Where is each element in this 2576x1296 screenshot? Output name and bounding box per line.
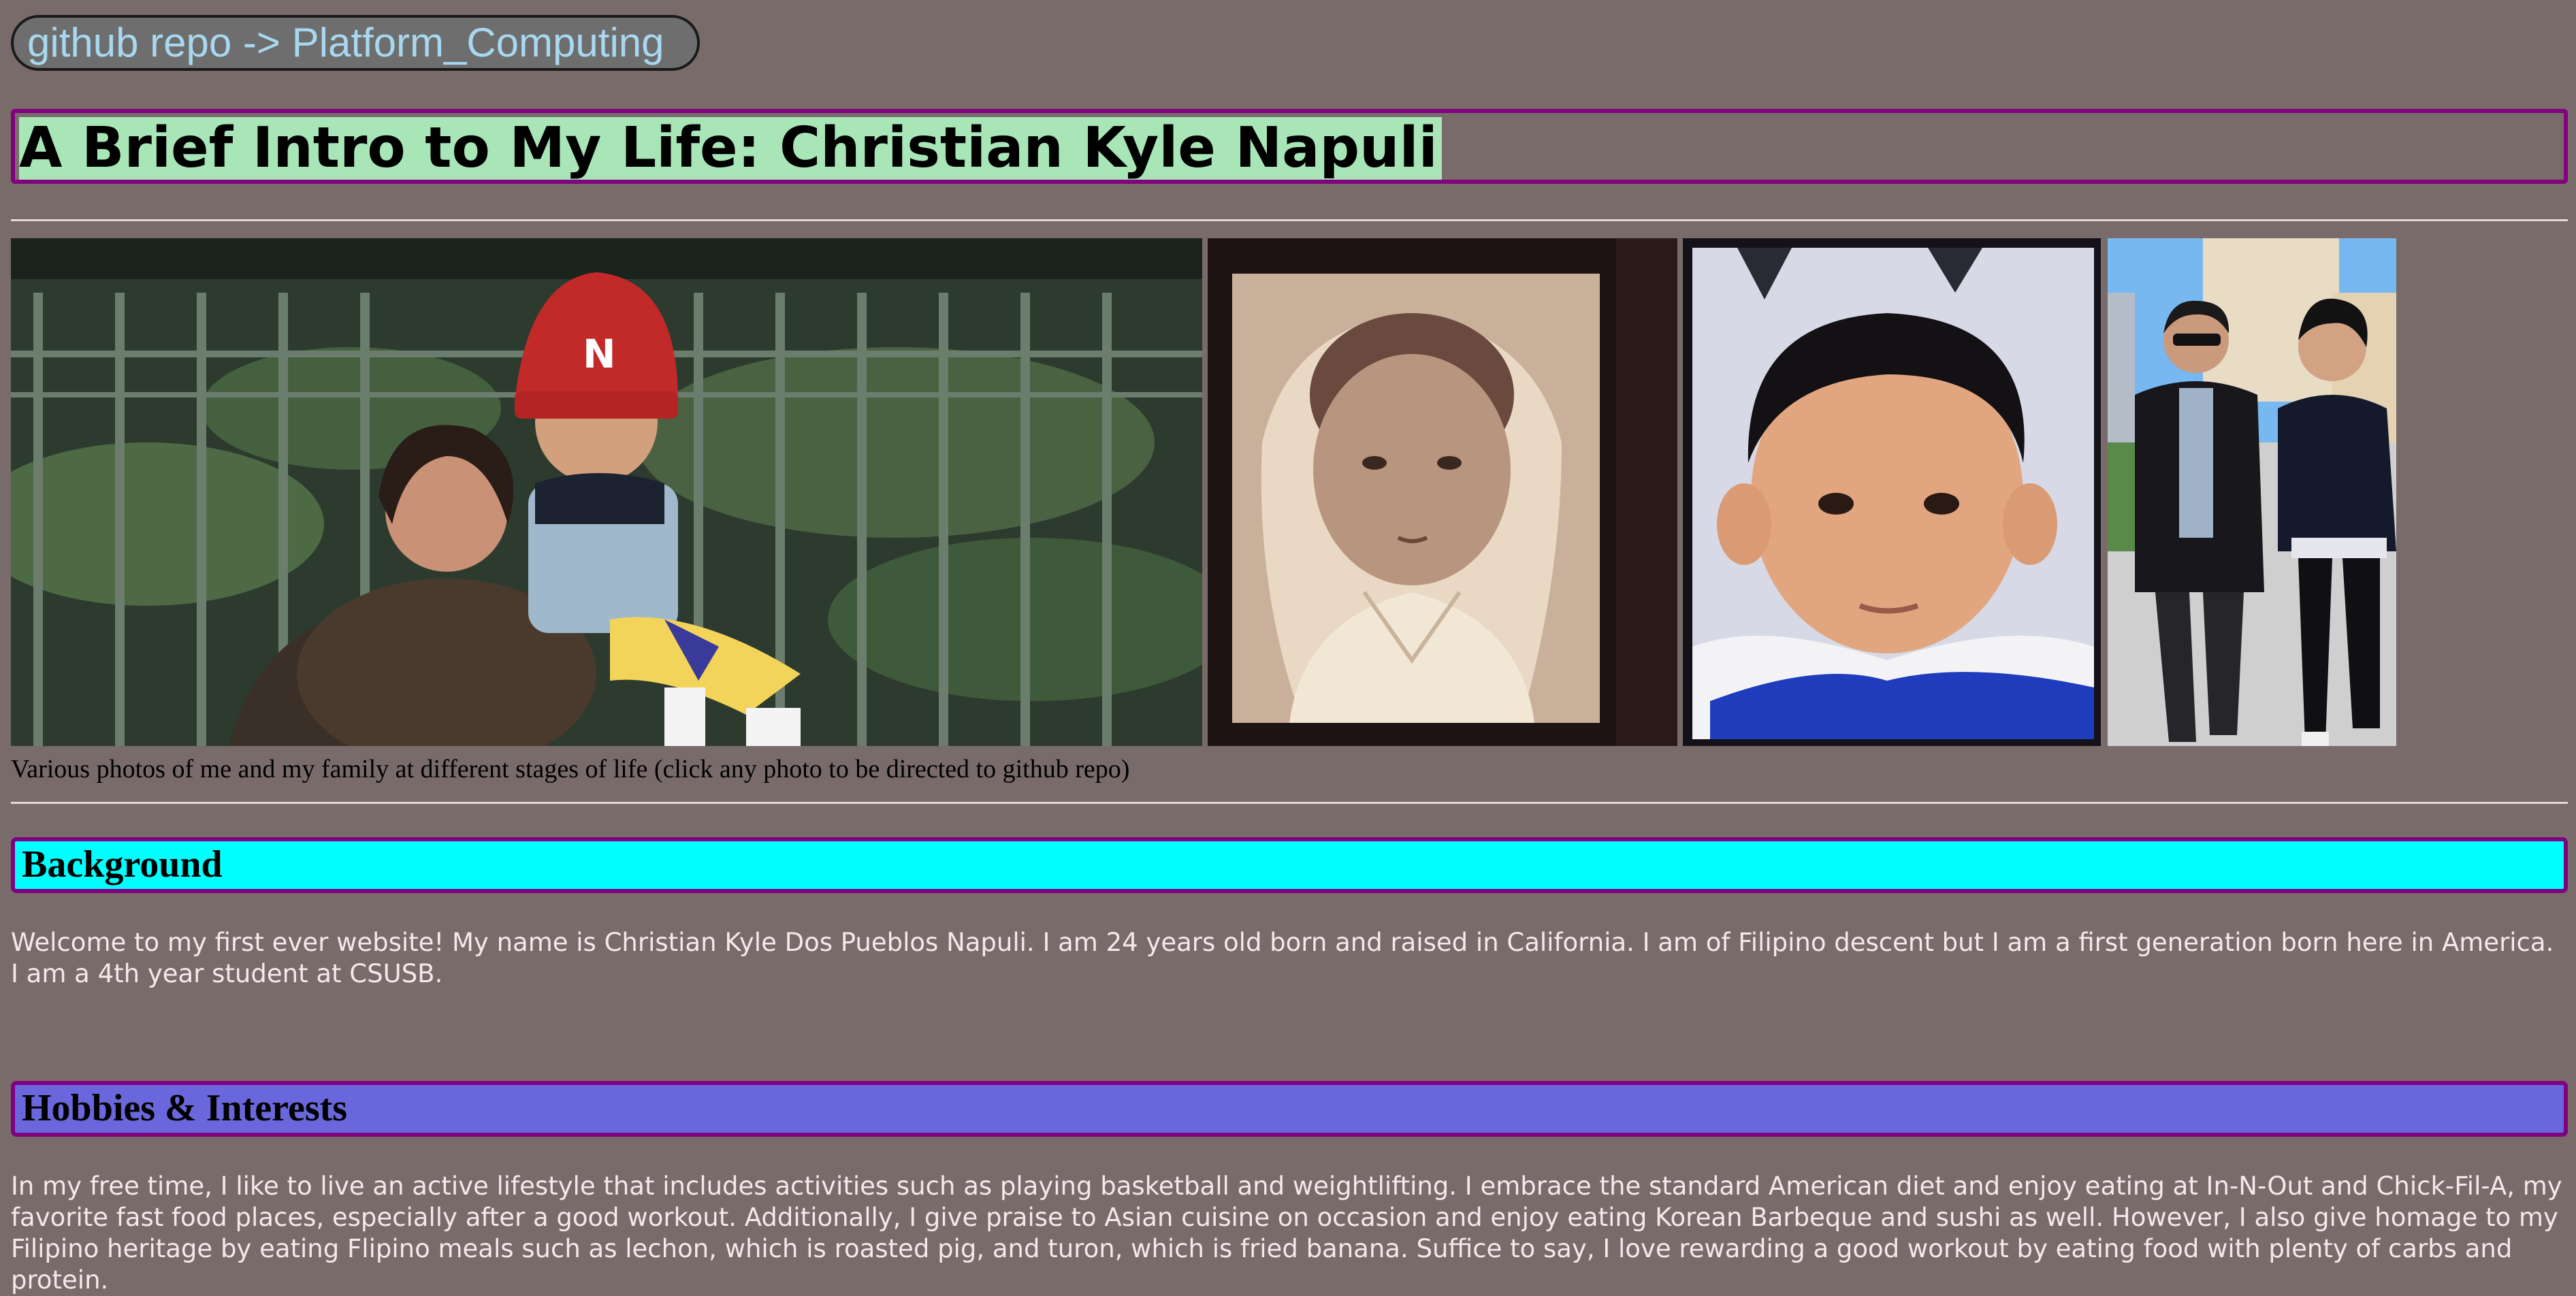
- photo-father-son-walking-image: [2108, 238, 2396, 746]
- section-heading-hobbies: Hobbies & Interests: [11, 1081, 2568, 1137]
- photo-family-at-fence-image: N: [11, 238, 1202, 746]
- page-title-box: A Brief Intro to My Life: Christian Kyle…: [11, 109, 2568, 184]
- photo-father-son-walking[interactable]: [2108, 238, 2396, 746]
- svg-text:N: N: [583, 331, 616, 377]
- photo-family-at-fence[interactable]: N: [11, 238, 1202, 746]
- background-paragraph: Welcome to my first ever website! My nam…: [11, 928, 2554, 988]
- divider: [11, 219, 2568, 221]
- photo-boy-blue-jacket[interactable]: [1683, 238, 2101, 746]
- page-title: A Brief Intro to My Life: Christian Kyle…: [19, 117, 1442, 180]
- gallery-caption: Various photos of me and my family at di…: [11, 755, 1130, 783]
- github-repo-button[interactable]: github repo -> Platform_Computing: [11, 15, 700, 71]
- photo-vintage-childhood-portrait[interactable]: [1208, 238, 1677, 746]
- divider: [11, 802, 2568, 804]
- photo-vintage-childhood-portrait-image: [1208, 238, 1677, 746]
- section-heading-background: Background: [11, 837, 2568, 893]
- hobbies-paragraph: In my free time, I like to live an activ…: [11, 1171, 2562, 1295]
- photo-boy-blue-jacket-image: [1683, 238, 2101, 746]
